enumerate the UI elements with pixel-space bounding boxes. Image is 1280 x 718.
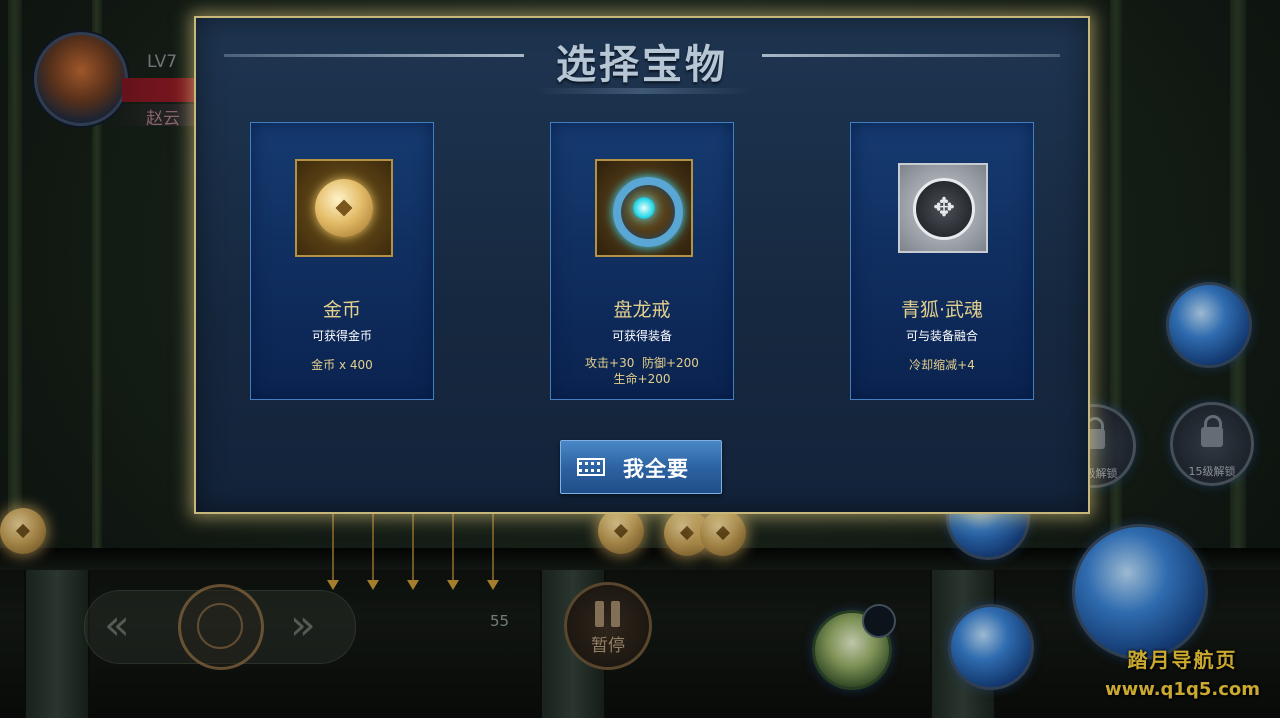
treasure-card-soul[interactable]: 青狐·武魂 可与装备融合 冷却缩减+4: [850, 122, 1034, 400]
card-stat-group: 攻击+30 防御+200 生命+200: [551, 355, 733, 387]
card-description: 可与装备融合: [905, 329, 978, 343]
card-stat: 金币 x 400: [311, 358, 373, 372]
take-all-label: 我全要: [623, 457, 689, 481]
treasure-select-dialog: 选择宝物 金币 可获得金币 金币 x 400 盘龙戒 可获得装备 攻击+30 防…: [194, 16, 1090, 514]
coin-graphic: [315, 179, 373, 237]
dialog-title: 选择宝物: [556, 42, 728, 88]
ring-gem: [633, 197, 655, 219]
fox-soul-icon: [898, 163, 988, 253]
treasure-card-ring[interactable]: 盘龙戒 可获得装备 攻击+30 防御+200 生命+200: [550, 122, 734, 400]
card-description: 可获得金币: [311, 329, 372, 343]
card-name: 青狐·武魂: [900, 299, 984, 321]
title-ornament: [536, 88, 748, 94]
take-all-button[interactable]: 我全要: [560, 440, 722, 494]
card-name: 金币: [322, 299, 361, 321]
soul-emblem: [913, 178, 975, 240]
gold-coin-icon: [295, 159, 393, 257]
treasure-card-gold[interactable]: 金币 可获得金币 金币 x 400: [250, 122, 434, 400]
film-icon: [577, 458, 605, 476]
card-stat: 生命+200: [613, 372, 671, 386]
dragon-ring-icon: [595, 159, 693, 257]
card-description: 可获得装备: [611, 329, 672, 343]
card-stat: 攻击+30 防御+200: [585, 356, 699, 370]
card-stat: 冷却缩减+4: [909, 358, 975, 372]
card-name: 盘龙戒: [613, 299, 671, 321]
